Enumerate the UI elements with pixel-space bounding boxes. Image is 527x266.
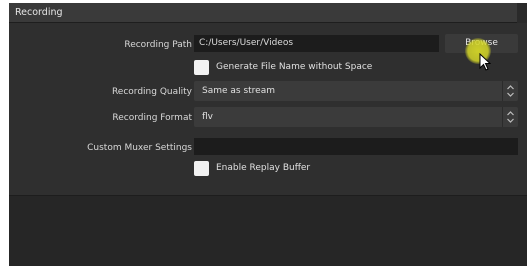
recording-format-value: flv: [202, 112, 213, 122]
recording-quality-value: Same as stream: [202, 86, 275, 96]
custom-muxer-label: Custom Muxer Settings: [87, 143, 192, 153]
settings-window: Recording Recording Path C:/Users/User/V…: [9, 3, 527, 266]
recording-quality-select[interactable]: Same as stream: [194, 81, 518, 101]
recording-format-select[interactable]: flv: [194, 107, 518, 127]
recording-path-input[interactable]: C:/Users/User/Videos: [194, 35, 439, 52]
replay-buffer-checkbox[interactable]: [194, 161, 209, 176]
recording-group-header: Recording: [9, 3, 517, 23]
replay-buffer-label: Enable Replay Buffer: [216, 163, 311, 173]
updown-chevron-icon: [502, 107, 518, 127]
recording-format-label: Recording Format: [112, 113, 192, 123]
updown-chevron-icon: [502, 81, 518, 101]
recording-quality-label: Recording Quality: [111, 87, 192, 97]
generate-filename-checkbox[interactable]: [194, 60, 209, 75]
recording-path-label: Recording Path: [124, 40, 192, 50]
group-title: Recording: [15, 7, 63, 18]
custom-muxer-input[interactable]: [194, 138, 518, 155]
lower-empty-area: [9, 195, 527, 266]
mouse-pointer-icon: [479, 53, 491, 71]
generate-filename-label: Generate File Name without Space: [216, 62, 373, 72]
